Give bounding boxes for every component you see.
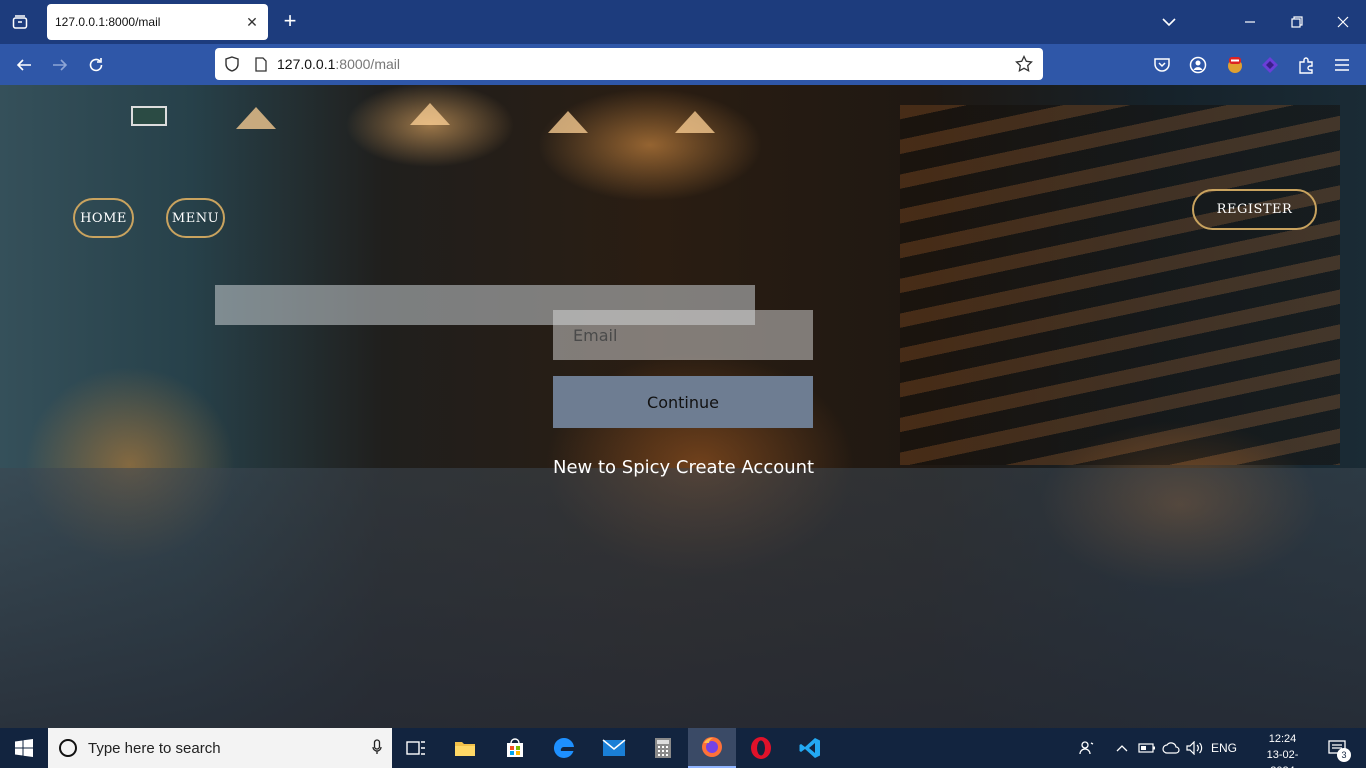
lamp-decoration	[675, 111, 715, 133]
volume-icon[interactable]	[1184, 728, 1206, 768]
menu-nav-button[interactable]: MENU	[166, 198, 225, 238]
home-nav-button[interactable]: HOME	[73, 198, 134, 238]
close-tab-icon[interactable]: ✕	[244, 14, 260, 30]
exit-sign-decoration	[131, 106, 167, 126]
extension-badge-icon[interactable]	[1222, 52, 1248, 78]
taskbar-search-box[interactable]: Type here to search	[48, 728, 392, 768]
create-account-link[interactable]: New to Spicy Create Account	[553, 457, 814, 481]
floor-decoration	[0, 468, 1366, 728]
lamp-decoration	[410, 103, 450, 125]
mail-icon[interactable]	[590, 728, 638, 768]
continue-button[interactable]: Continue	[553, 376, 813, 428]
people-icon[interactable]	[1076, 728, 1098, 768]
taskbar-clock[interactable]: 12:24 13-02-2024	[1255, 731, 1310, 779]
email-field[interactable]	[553, 310, 813, 360]
clock-time: 12:24	[1268, 733, 1297, 745]
microsoft-store-icon[interactable]	[491, 728, 539, 768]
lamp-decoration	[548, 111, 588, 133]
network-icon[interactable]	[1160, 728, 1182, 768]
bookmark-star-icon[interactable]	[1015, 55, 1033, 73]
clock-date: 13-02-2024	[1266, 749, 1299, 777]
pocket-icon[interactable]	[1149, 52, 1175, 78]
forward-arrow-icon[interactable]	[47, 52, 73, 78]
search-placeholder: Type here to search	[88, 739, 221, 757]
restore-icon[interactable]	[1285, 10, 1309, 34]
tab-title: 127.0.0.1:8000/mail	[55, 15, 161, 29]
tab-list-icon[interactable]	[8, 10, 32, 34]
extensions-puzzle-icon[interactable]	[1293, 52, 1319, 78]
browser-nav-bar: 127.0.0.1:8000/mail	[0, 44, 1366, 85]
restaurant-background: HOME MENU REGISTER Continue New to Spicy…	[0, 85, 1366, 728]
close-window-icon[interactable]	[1331, 10, 1355, 34]
minimize-icon[interactable]	[1238, 10, 1262, 34]
opera-icon[interactable]	[737, 728, 785, 768]
shield-icon[interactable]	[225, 56, 245, 72]
list-all-tabs-icon[interactable]	[1157, 10, 1181, 34]
firefox-icon[interactable]	[688, 728, 736, 768]
new-tab-icon[interactable]: +	[278, 10, 302, 34]
file-explorer-icon[interactable]	[441, 728, 489, 768]
vscode-icon[interactable]	[786, 728, 834, 768]
chevron-up-icon[interactable]	[1113, 728, 1131, 768]
page-icon[interactable]	[255, 56, 277, 72]
url-path: :8000/mail	[335, 56, 400, 72]
address-bar[interactable]: 127.0.0.1:8000/mail	[215, 48, 1043, 80]
browser-tab-bar: 127.0.0.1:8000/mail ✕ +	[0, 0, 1366, 44]
register-button[interactable]: REGISTER	[1192, 189, 1317, 230]
back-arrow-icon[interactable]	[11, 52, 37, 78]
account-icon[interactable]	[1185, 52, 1211, 78]
windows-taskbar: Type here to search ENG 12:24 13-02-2024…	[0, 728, 1366, 777]
lamp-decoration	[236, 107, 276, 129]
battery-icon[interactable]	[1137, 728, 1157, 768]
search-icon	[58, 738, 78, 758]
calculator-icon[interactable]	[639, 728, 687, 768]
browser-tab[interactable]: 127.0.0.1:8000/mail ✕	[47, 4, 268, 40]
staircase-decoration	[900, 105, 1340, 465]
notification-count-badge: 3	[1337, 748, 1351, 762]
microphone-icon[interactable]	[362, 738, 392, 758]
hamburger-menu-icon[interactable]	[1329, 52, 1355, 78]
url-host: 127.0.0.1	[277, 56, 336, 72]
notification-center-icon[interactable]: 3	[1320, 728, 1354, 768]
edge-browser-icon[interactable]	[540, 728, 588, 768]
task-view-icon[interactable]	[392, 728, 440, 768]
reload-icon[interactable]	[83, 52, 109, 78]
windows-start-icon[interactable]	[0, 728, 48, 768]
language-indicator[interactable]: ENG	[1209, 728, 1239, 768]
purple-extension-icon[interactable]	[1257, 52, 1283, 78]
